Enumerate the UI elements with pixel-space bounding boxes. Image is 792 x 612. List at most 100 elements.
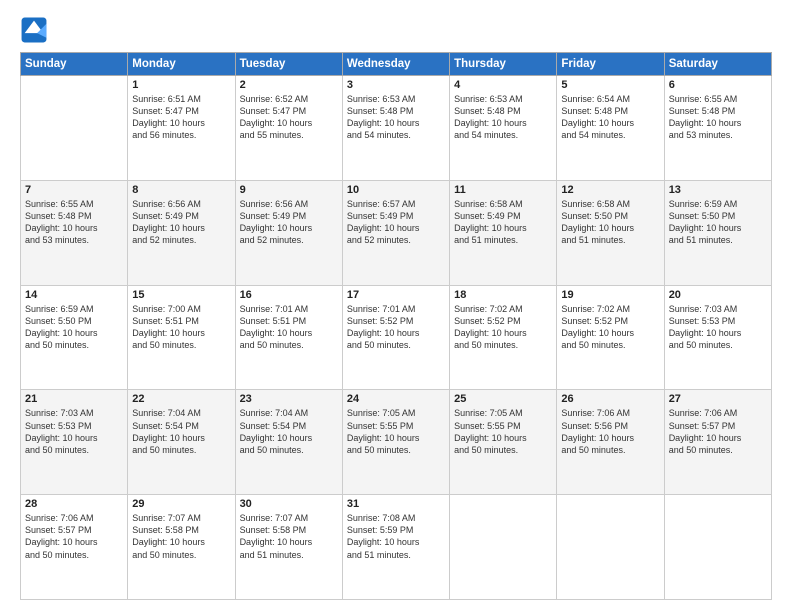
- day-info: Sunrise: 7:07 AM Sunset: 5:58 PM Dayligh…: [240, 512, 338, 561]
- day-number: 5: [561, 79, 659, 91]
- calendar-cell: 21 Sunrise: 7:03 AM Sunset: 5:53 PM Dayli…: [21, 390, 128, 495]
- day-number: 8: [132, 184, 230, 196]
- day-number: 14: [25, 289, 123, 301]
- day-info: Sunrise: 7:06 AM Sunset: 5:57 PM Dayligh…: [669, 407, 767, 456]
- day-info: Sunrise: 7:01 AM Sunset: 5:52 PM Dayligh…: [347, 303, 445, 352]
- day-info: Sunrise: 6:51 AM Sunset: 5:47 PM Dayligh…: [132, 93, 230, 142]
- day-info: Sunrise: 6:59 AM Sunset: 5:50 PM Dayligh…: [669, 198, 767, 247]
- calendar-cell: 30 Sunrise: 7:07 AM Sunset: 5:58 PM Dayli…: [235, 495, 342, 600]
- logo-icon: [20, 16, 48, 44]
- day-info: Sunrise: 7:05 AM Sunset: 5:55 PM Dayligh…: [454, 407, 552, 456]
- day-info: Sunrise: 7:06 AM Sunset: 5:57 PM Dayligh…: [25, 512, 123, 561]
- day-number: 1: [132, 79, 230, 91]
- logo: [20, 16, 52, 44]
- calendar-day-header: Saturday: [664, 53, 771, 76]
- day-info: Sunrise: 6:55 AM Sunset: 5:48 PM Dayligh…: [25, 198, 123, 247]
- day-info: Sunrise: 7:08 AM Sunset: 5:59 PM Dayligh…: [347, 512, 445, 561]
- day-number: 17: [347, 289, 445, 301]
- day-number: 13: [669, 184, 767, 196]
- day-number: 28: [25, 498, 123, 510]
- day-info: Sunrise: 6:52 AM Sunset: 5:47 PM Dayligh…: [240, 93, 338, 142]
- day-info: Sunrise: 6:58 AM Sunset: 5:50 PM Dayligh…: [561, 198, 659, 247]
- calendar-cell: 29 Sunrise: 7:07 AM Sunset: 5:58 PM Dayli…: [128, 495, 235, 600]
- calendar-cell: [21, 76, 128, 181]
- day-number: 30: [240, 498, 338, 510]
- calendar-cell: 17 Sunrise: 7:01 AM Sunset: 5:52 PM Dayli…: [342, 285, 449, 390]
- day-info: Sunrise: 7:02 AM Sunset: 5:52 PM Dayligh…: [561, 303, 659, 352]
- day-number: 11: [454, 184, 552, 196]
- calendar-week-row: 28 Sunrise: 7:06 AM Sunset: 5:57 PM Dayli…: [21, 495, 772, 600]
- calendar-cell: 2 Sunrise: 6:52 AM Sunset: 5:47 PM Daylig…: [235, 76, 342, 181]
- day-info: Sunrise: 6:58 AM Sunset: 5:49 PM Dayligh…: [454, 198, 552, 247]
- day-info: Sunrise: 6:55 AM Sunset: 5:48 PM Dayligh…: [669, 93, 767, 142]
- calendar-cell: 27 Sunrise: 7:06 AM Sunset: 5:57 PM Dayli…: [664, 390, 771, 495]
- calendar-cell: 13 Sunrise: 6:59 AM Sunset: 5:50 PM Dayli…: [664, 180, 771, 285]
- day-info: Sunrise: 6:56 AM Sunset: 5:49 PM Dayligh…: [240, 198, 338, 247]
- calendar-day-header: Sunday: [21, 53, 128, 76]
- day-number: 10: [347, 184, 445, 196]
- calendar-cell: [450, 495, 557, 600]
- calendar-cell: 14 Sunrise: 6:59 AM Sunset: 5:50 PM Dayli…: [21, 285, 128, 390]
- calendar-cell: 20 Sunrise: 7:03 AM Sunset: 5:53 PM Dayli…: [664, 285, 771, 390]
- calendar-week-row: 7Sunrise: 6:55 AM Sunset: 5:48 PM Daylig…: [21, 180, 772, 285]
- day-number: 3: [347, 79, 445, 91]
- day-number: 12: [561, 184, 659, 196]
- day-info: Sunrise: 6:57 AM Sunset: 5:49 PM Dayligh…: [347, 198, 445, 247]
- calendar-cell: 7Sunrise: 6:55 AM Sunset: 5:48 PM Daylig…: [21, 180, 128, 285]
- calendar-week-row: 14 Sunrise: 6:59 AM Sunset: 5:50 PM Dayli…: [21, 285, 772, 390]
- calendar-header-row: SundayMondayTuesdayWednesdayThursdayFrid…: [21, 53, 772, 76]
- calendar-cell: [557, 495, 664, 600]
- day-number: 9: [240, 184, 338, 196]
- day-info: Sunrise: 7:07 AM Sunset: 5:58 PM Dayligh…: [132, 512, 230, 561]
- day-info: Sunrise: 6:54 AM Sunset: 5:48 PM Dayligh…: [561, 93, 659, 142]
- day-info: Sunrise: 7:03 AM Sunset: 5:53 PM Dayligh…: [25, 407, 123, 456]
- day-info: Sunrise: 7:04 AM Sunset: 5:54 PM Dayligh…: [240, 407, 338, 456]
- day-number: 27: [669, 393, 767, 405]
- calendar-day-header: Friday: [557, 53, 664, 76]
- calendar-cell: 22Sunrise: 7:04 AM Sunset: 5:54 PM Dayli…: [128, 390, 235, 495]
- day-number: 22: [132, 393, 230, 405]
- calendar-day-header: Wednesday: [342, 53, 449, 76]
- day-number: 16: [240, 289, 338, 301]
- day-info: Sunrise: 6:59 AM Sunset: 5:50 PM Dayligh…: [25, 303, 123, 352]
- day-number: 20: [669, 289, 767, 301]
- day-number: 29: [132, 498, 230, 510]
- day-info: Sunrise: 6:53 AM Sunset: 5:48 PM Dayligh…: [454, 93, 552, 142]
- day-number: 19: [561, 289, 659, 301]
- calendar-table: SundayMondayTuesdayWednesdayThursdayFrid…: [20, 52, 772, 600]
- calendar-day-header: Monday: [128, 53, 235, 76]
- calendar-cell: [664, 495, 771, 600]
- calendar-cell: 15 Sunrise: 7:00 AM Sunset: 5:51 PM Dayli…: [128, 285, 235, 390]
- calendar-cell: 16Sunrise: 7:01 AM Sunset: 5:51 PM Dayli…: [235, 285, 342, 390]
- calendar-cell: 28 Sunrise: 7:06 AM Sunset: 5:57 PM Dayli…: [21, 495, 128, 600]
- calendar-cell: 6 Sunrise: 6:55 AM Sunset: 5:48 PM Daylig…: [664, 76, 771, 181]
- calendar-cell: 10 Sunrise: 6:57 AM Sunset: 5:49 PM Dayli…: [342, 180, 449, 285]
- day-number: 21: [25, 393, 123, 405]
- day-number: 25: [454, 393, 552, 405]
- day-info: Sunrise: 7:00 AM Sunset: 5:51 PM Dayligh…: [132, 303, 230, 352]
- header: [20, 16, 772, 44]
- day-info: Sunrise: 6:56 AM Sunset: 5:49 PM Dayligh…: [132, 198, 230, 247]
- day-number: 2: [240, 79, 338, 91]
- calendar-cell: 23Sunrise: 7:04 AM Sunset: 5:54 PM Dayli…: [235, 390, 342, 495]
- calendar-cell: 25 Sunrise: 7:05 AM Sunset: 5:55 PM Dayli…: [450, 390, 557, 495]
- day-info: Sunrise: 7:06 AM Sunset: 5:56 PM Dayligh…: [561, 407, 659, 456]
- calendar-cell: 5 Sunrise: 6:54 AM Sunset: 5:48 PM Daylig…: [557, 76, 664, 181]
- calendar-day-header: Thursday: [450, 53, 557, 76]
- day-number: 6: [669, 79, 767, 91]
- calendar-day-header: Tuesday: [235, 53, 342, 76]
- calendar-week-row: 1 Sunrise: 6:51 AM Sunset: 5:47 PM Daylig…: [21, 76, 772, 181]
- day-number: 18: [454, 289, 552, 301]
- day-info: Sunrise: 6:53 AM Sunset: 5:48 PM Dayligh…: [347, 93, 445, 142]
- day-info: Sunrise: 7:03 AM Sunset: 5:53 PM Dayligh…: [669, 303, 767, 352]
- calendar-cell: 12 Sunrise: 6:58 AM Sunset: 5:50 PM Dayli…: [557, 180, 664, 285]
- calendar-cell: 11 Sunrise: 6:58 AM Sunset: 5:49 PM Dayli…: [450, 180, 557, 285]
- day-number: 24: [347, 393, 445, 405]
- day-info: Sunrise: 7:05 AM Sunset: 5:55 PM Dayligh…: [347, 407, 445, 456]
- calendar-cell: 1 Sunrise: 6:51 AM Sunset: 5:47 PM Daylig…: [128, 76, 235, 181]
- calendar-cell: 24 Sunrise: 7:05 AM Sunset: 5:55 PM Dayli…: [342, 390, 449, 495]
- day-number: 15: [132, 289, 230, 301]
- day-number: 31: [347, 498, 445, 510]
- calendar-cell: 19 Sunrise: 7:02 AM Sunset: 5:52 PM Dayli…: [557, 285, 664, 390]
- calendar-cell: 26Sunrise: 7:06 AM Sunset: 5:56 PM Dayli…: [557, 390, 664, 495]
